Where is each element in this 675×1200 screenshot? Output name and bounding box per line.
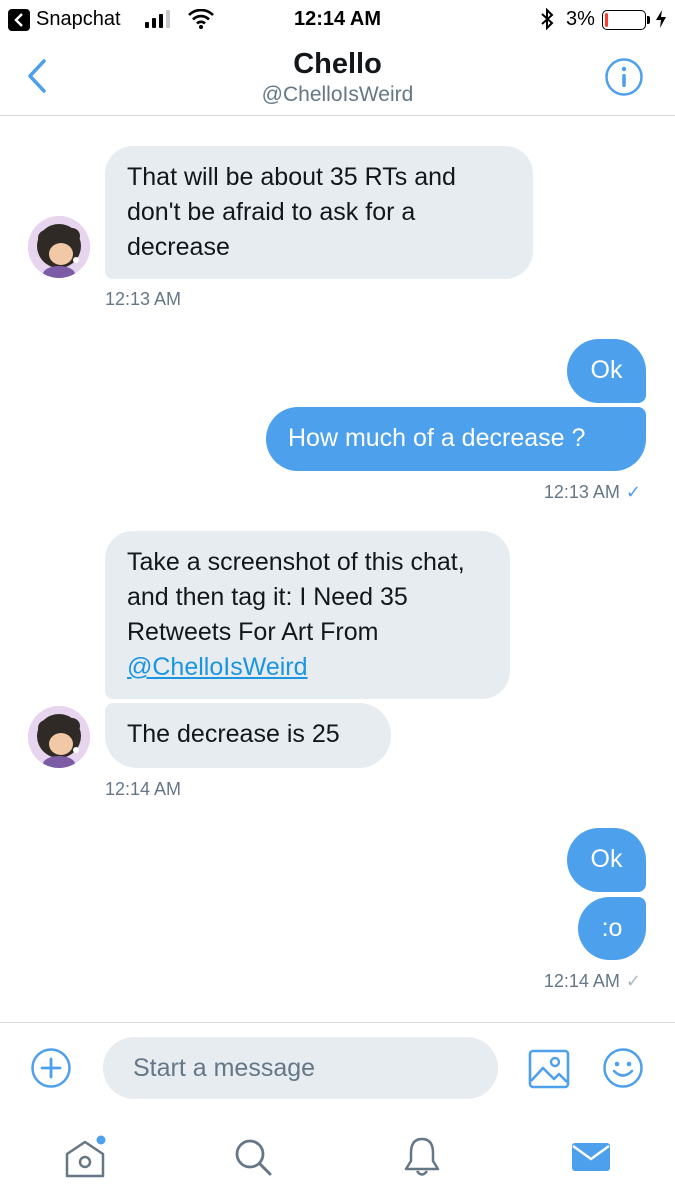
mail-icon: [572, 1143, 610, 1171]
info-icon: [605, 58, 643, 96]
message-input[interactable]: [103, 1037, 498, 1099]
message-bubble-received[interactable]: The decrease is 25: [105, 703, 391, 768]
contact-name: Chello: [293, 48, 382, 80]
read-check-icon: ✓: [625, 482, 641, 502]
smiley-icon: [603, 1048, 643, 1088]
bluetooth-icon: [540, 7, 554, 35]
message-timestamp: 12:14 AM ✓: [543, 971, 641, 991]
home-icon: [65, 1135, 106, 1178]
battery-percent: 3%: [566, 8, 595, 30]
tab-home[interactable]: [60, 1132, 110, 1182]
info-button[interactable]: [604, 57, 644, 97]
plus-circle-icon: [31, 1048, 71, 1088]
conversation-header: Chello @ChelloIsWeird: [0, 38, 675, 116]
tab-search[interactable]: [228, 1132, 278, 1182]
status-bar: Snapchat 12:14 AM 3%: [0, 0, 675, 38]
sent-check-icon: ✓: [625, 971, 641, 991]
tab-messages[interactable]: [566, 1132, 616, 1182]
message-thread: That will be about 35 RTs and don't be a…: [0, 117, 675, 1022]
battery-icon: [602, 10, 646, 30]
message-text: :o: [601, 914, 623, 942]
message-text: Ok: [590, 845, 623, 873]
image-icon: [528, 1049, 570, 1089]
message-text: The decrease is 25: [127, 720, 340, 748]
message-timestamp: 12:13 AM: [105, 289, 182, 309]
mention-link[interactable]: @ChelloIsWeird: [127, 653, 308, 681]
message-bubble-sent[interactable]: :o: [578, 897, 646, 960]
charging-icon: [655, 9, 667, 34]
tab-notifications[interactable]: [397, 1132, 447, 1182]
message-bubble-received[interactable]: That will be about 35 RTs and don't be a…: [105, 146, 533, 279]
avatar[interactable]: [28, 706, 90, 768]
message-composer: [0, 1022, 675, 1114]
message-text: That will be about 35 RTs and don't be a…: [127, 163, 456, 261]
message-bubble-sent[interactable]: How much of a decrease ?: [266, 407, 646, 471]
avatar[interactable]: [28, 216, 90, 278]
battery-level: [605, 13, 608, 27]
message-text: Take a screenshot of this chat, and then…: [127, 548, 465, 646]
add-photo-button[interactable]: [528, 1049, 570, 1089]
message-bubble-sent[interactable]: Ok: [567, 828, 646, 892]
message-bubble-received[interactable]: Take a screenshot of this chat, and then…: [105, 531, 510, 699]
contact-handle: @ChelloIsWeird: [261, 83, 414, 106]
tab-bar: [0, 1114, 675, 1200]
emoji-button[interactable]: [602, 1047, 644, 1089]
add-button[interactable]: [30, 1047, 72, 1089]
message-text: How much of a decrease ?: [288, 424, 586, 452]
message-timestamp: 12:13 AM ✓: [543, 482, 641, 502]
battery-cap: [647, 16, 650, 24]
search-icon: [235, 1139, 272, 1176]
bell-icon: [404, 1137, 440, 1176]
message-bubble-sent[interactable]: Ok: [567, 339, 646, 403]
message-text: Ok: [590, 356, 623, 384]
message-timestamp: 12:14 AM: [105, 779, 182, 799]
